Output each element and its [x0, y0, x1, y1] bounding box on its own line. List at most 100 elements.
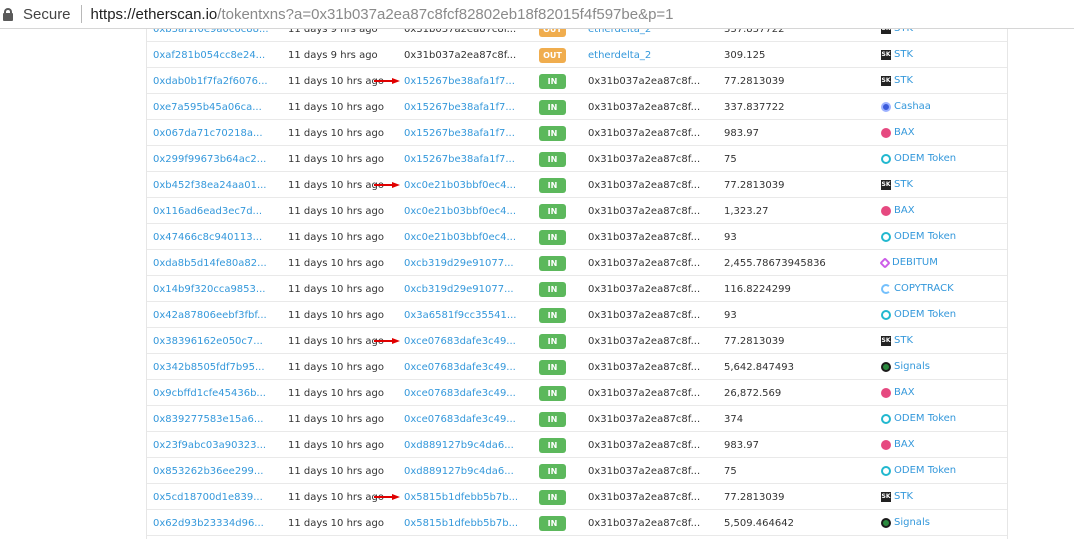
table-row: 0x23f9abc03a90323... 11 days 10 hrs ago 0x…: [147, 432, 1007, 458]
from-address[interactable]: 0x5815b1dfebb5b7b...: [404, 492, 518, 503]
txn-hash-link[interactable]: 0x299f99673b64ac2...: [153, 154, 266, 165]
txn-hash-link[interactable]: 0x342b8505fdf7b95...: [153, 362, 265, 373]
to-address: 0x31b037a2ea87c8f...: [588, 180, 701, 191]
from-address[interactable]: 0x15267be38afa1f7...: [404, 76, 515, 87]
stk-token-icon: SK: [881, 491, 891, 502]
from-address[interactable]: 0xc0e21b03bbf0ec4...: [404, 180, 516, 191]
url-host[interactable]: https://etherscan.io: [91, 6, 218, 23]
token-name: ODEM Token: [894, 465, 957, 476]
txn-hash-link[interactable]: 0x9cbffd1cfe45436b...: [153, 388, 266, 399]
table-row: 0xb3af1f0e9a0c6c88... 11 days 9 hrs ago 0x…: [147, 29, 1007, 42]
from-address[interactable]: 0x3a6581f9cc35541...: [404, 310, 516, 321]
txn-hash-link[interactable]: 0x47466c8c940113...: [153, 232, 262, 243]
token-link[interactable]: COPYTRACK: [881, 283, 954, 294]
token-link[interactable]: ODEM Token: [881, 309, 956, 320]
token-link[interactable]: BAX: [881, 439, 915, 450]
token-link[interactable]: SKSTK: [881, 75, 913, 86]
table-row: 0x342b8505fdf7b95... 11 days 10 hrs ago 0x…: [147, 354, 1007, 380]
token-link[interactable]: Signals: [881, 517, 930, 528]
txn-hash-link[interactable]: 0x116ad6ead3ec7d...: [153, 206, 262, 217]
from-address[interactable]: 0xce07683dafe3c49...: [404, 336, 516, 347]
token-link[interactable]: ODEM Token: [881, 413, 956, 424]
txn-hash-link[interactable]: 0x853262b36ee299...: [153, 466, 263, 477]
from-address[interactable]: 0x15267be38afa1f7...: [404, 154, 515, 165]
address-bar[interactable]: Secure https://etherscan.io/tokentxns?a=…: [0, 0, 1074, 29]
from-address[interactable]: 0xc0e21b03bbf0ec4...: [404, 206, 516, 217]
to-address[interactable]: etherdelta_2: [588, 50, 651, 61]
table-row: 0x62d93b23334d96... 11 days 10 hrs ago 0x5…: [147, 510, 1007, 536]
from-address[interactable]: 0x15267be38afa1f7...: [404, 128, 515, 139]
txn-hash-link[interactable]: 0x38396162e050c7...: [153, 336, 263, 347]
txn-hash-link[interactable]: 0xb452f38ea24aa01...: [153, 180, 266, 191]
token-link[interactable]: SKSTK: [881, 29, 913, 34]
txn-hash-link[interactable]: 0x067da71c70218a...: [153, 128, 263, 139]
token-link[interactable]: Signals: [881, 361, 930, 372]
to-address: 0x31b037a2ea87c8f...: [588, 362, 701, 373]
txn-hash-link[interactable]: 0xda8b5d14fe80a82...: [153, 258, 267, 269]
token-link[interactable]: ODEM Token: [881, 153, 956, 164]
age-text: 11 days 10 hrs ago: [288, 102, 385, 113]
age-text: 11 days 10 hrs ago: [288, 232, 385, 243]
token-link[interactable]: ODEM Token: [881, 465, 956, 476]
token-name: COPYTRACK: [894, 283, 954, 294]
txn-hash-link[interactable]: 0xaf281b054cc8e24...: [153, 50, 265, 61]
odem-token-icon: [881, 231, 891, 242]
token-name: Signals: [894, 361, 930, 372]
from-address[interactable]: 0xd889127b9c4da6...: [404, 440, 514, 451]
to-address: 0x31b037a2ea87c8f...: [588, 154, 701, 165]
table-row: 0x5cd18700d1e839... 11 days 10 hrs ago 0x5…: [147, 484, 1007, 510]
token-link[interactable]: BAX: [881, 205, 915, 216]
token-link[interactable]: SKSTK: [881, 179, 913, 190]
from-address[interactable]: 0xce07683dafe3c49...: [404, 414, 516, 425]
txn-hash-link[interactable]: 0xb3af1f0e9a0c6c88...: [153, 29, 269, 35]
token-name: STK: [894, 29, 913, 34]
token-link[interactable]: DEBITUM: [879, 256, 938, 269]
stk-token-icon: SK: [881, 179, 891, 190]
txn-hash-link[interactable]: 0xdab0b1f7fa2f6076...: [153, 76, 268, 87]
url-path[interactable]: /tokentxns?a=0x31b037a2ea87c8fcf82802eb1…: [217, 6, 673, 23]
txn-hash-link[interactable]: 0x23f9abc03a90323...: [153, 440, 266, 451]
from-address[interactable]: 0x15267be38afa1f7...: [404, 102, 515, 113]
from-address[interactable]: 0xcb319d29e91077...: [404, 258, 514, 269]
table-row: 0x067da71c70218a... 11 days 10 hrs ago 0x1…: [147, 120, 1007, 146]
stk-token-icon: SK: [881, 49, 891, 60]
stk-token-icon: SK: [881, 29, 891, 34]
quantity-text: 2,455.78673945836: [724, 258, 826, 269]
odem-token-icon: [881, 153, 891, 164]
txn-hash-link[interactable]: 0x5cd18700d1e839...: [153, 492, 263, 503]
token-link[interactable]: ODEM Token: [881, 231, 956, 242]
token-name: ODEM Token: [894, 153, 957, 164]
token-link[interactable]: BAX: [881, 127, 915, 138]
table-row: 0x9cbffd1cfe45436b... 11 days 10 hrs ago 0…: [147, 380, 1007, 406]
from-address[interactable]: 0xc0e21b03bbf0ec4...: [404, 232, 516, 243]
token-link[interactable]: SKSTK: [881, 49, 913, 60]
table-row: 0xdab0b1f7fa2f6076... 11 days 10 hrs ago 0…: [147, 68, 1007, 94]
txn-hash-link[interactable]: 0xe7a595b45a06ca...: [153, 102, 262, 113]
from-address[interactable]: 0xd889127b9c4da6...: [404, 466, 514, 477]
from-address[interactable]: 0xcb319d29e91077...: [404, 284, 514, 295]
direction-badge: OUT: [539, 29, 566, 37]
quantity-text: 1,323.27: [724, 206, 769, 217]
txn-hash-link[interactable]: 0x42a87806eebf3fbf...: [153, 310, 267, 321]
bax-token-icon: [881, 387, 891, 398]
direction-badge: IN: [539, 464, 566, 479]
token-link[interactable]: BAX: [881, 387, 915, 398]
txn-hash-link[interactable]: 0x839277583e15a6...: [153, 414, 263, 425]
from-address[interactable]: 0x5815b1dfebb5b7b...: [404, 518, 518, 529]
age-text: 11 days 10 hrs ago: [288, 492, 385, 503]
token-name: ODEM Token: [894, 231, 957, 242]
token-name: Signals: [894, 517, 930, 528]
txn-hash-link[interactable]: 0x62d93b23334d96...: [153, 518, 264, 529]
from-address[interactable]: 0xce07683dafe3c49...: [404, 388, 516, 399]
stk-token-icon: SK: [881, 75, 891, 86]
txn-hash-link[interactable]: 0x14b9f320cca9853...: [153, 284, 265, 295]
token-link[interactable]: SKSTK: [881, 491, 913, 502]
direction-badge: IN: [539, 308, 566, 323]
to-address[interactable]: etherdelta_2: [588, 29, 651, 35]
token-link[interactable]: SKSTK: [881, 335, 913, 346]
table-row: 0x38396162e050c7... 11 days 10 hrs ago 0xc…: [147, 328, 1007, 354]
annotation-arrow-icon: [374, 494, 400, 500]
lock-icon: [3, 7, 13, 21]
from-address[interactable]: 0xce07683dafe3c49...: [404, 362, 516, 373]
token-link[interactable]: Cashaa: [881, 101, 931, 112]
